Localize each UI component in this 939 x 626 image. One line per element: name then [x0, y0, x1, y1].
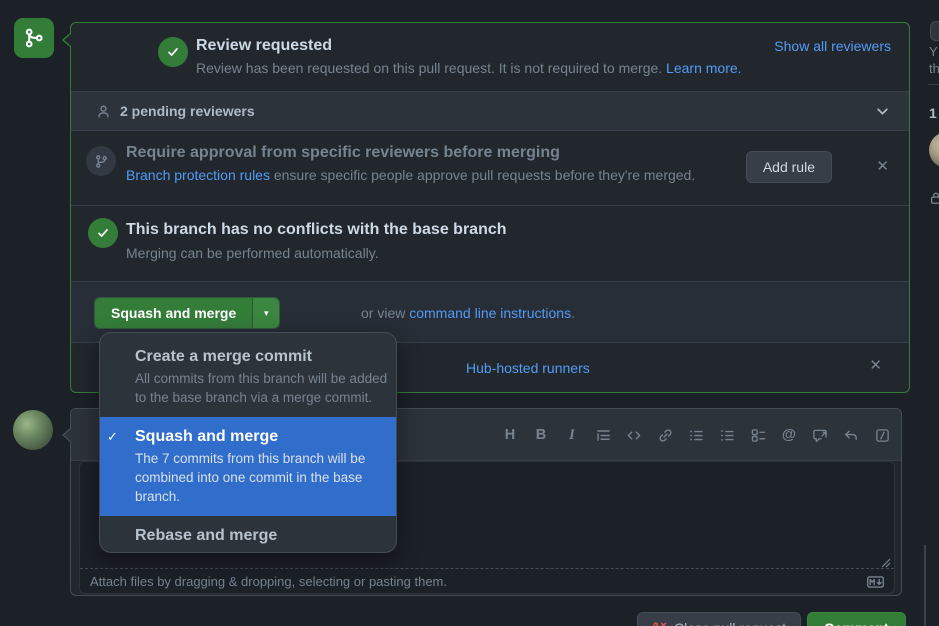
menu-item-squash-and-merge[interactable]: ✓ Squash and merge The 7 commits from th… [100, 417, 396, 516]
attach-files-text: Attach files by dragging & dropping, sel… [90, 574, 447, 589]
menu-item-title: Squash and merge [135, 428, 380, 446]
sidebar-text-fragment: th [929, 61, 939, 76]
reply-icon[interactable] [842, 426, 860, 444]
review-requested-title: Review requested [196, 37, 332, 55]
code-icon[interactable] [625, 426, 643, 444]
git-merge-icon [14, 18, 54, 58]
command-line-hint: or view command line instructions. [361, 305, 575, 321]
branch-protection-row: Require approval from specific reviewers… [71, 131, 909, 205]
cross-reference-icon[interactable] [811, 426, 829, 444]
person-icon [96, 104, 111, 119]
close-pull-request-button[interactable]: Close pull request [637, 612, 801, 626]
add-rule-button[interactable]: Add rule [746, 151, 832, 183]
markdown-icon [867, 576, 884, 588]
pending-reviewers-row[interactable]: 2 pending reviewers [71, 91, 909, 131]
check-circle-icon [88, 218, 118, 248]
dismiss-runners-icon[interactable]: ✕ [869, 358, 882, 373]
task-list-icon[interactable] [749, 426, 767, 444]
command-line-instructions-link[interactable]: command line instructions [409, 305, 571, 321]
show-all-reviewers-link[interactable]: Show all reviewers [774, 38, 891, 54]
merge-method-dropdown: Create a merge commit All commits from t… [99, 332, 397, 553]
merge-options-caret[interactable]: ▾ [252, 298, 279, 328]
branch-protection-title: Require approval from specific reviewers… [126, 144, 560, 162]
pending-reviewers-label: 2 pending reviewers [120, 103, 255, 119]
menu-item-description: The 7 commits from this branch will be r… [135, 548, 391, 553]
chevron-down-icon[interactable] [876, 105, 889, 118]
ordered-list-icon[interactable] [718, 426, 736, 444]
menu-item-title: Create a merge commit [135, 348, 380, 366]
comment-button[interactable]: Comment [807, 612, 906, 626]
unordered-list-icon[interactable] [687, 426, 705, 444]
markdown-toolbar: H B I [501, 409, 891, 461]
pr-closed-icon [652, 621, 667, 626]
no-conflicts-description: Merging can be performed automatically. [126, 245, 379, 261]
quote-icon[interactable] [594, 426, 612, 444]
check-icon: ✓ [107, 429, 118, 445]
hosted-runners-link[interactable]: Hub-hosted runners [466, 360, 590, 376]
user-avatar[interactable] [13, 410, 53, 450]
sidebar-divider [928, 84, 939, 85]
close-pr-label: Close pull request [674, 620, 786, 626]
merge-button-label[interactable]: Squash and merge [95, 298, 252, 328]
mention-icon[interactable]: @ [780, 426, 798, 444]
menu-item-description: The 7 commits from this branch will be c… [135, 449, 391, 506]
content-divider [924, 545, 926, 626]
branch-protection-rules-link[interactable]: Branch protection rules [126, 167, 270, 183]
squash-and-merge-button[interactable]: Squash and merge ▾ [94, 297, 280, 329]
attach-files-bar[interactable]: Attach files by dragging & dropping, sel… [80, 568, 894, 594]
menu-item-rebase-and-merge[interactable]: Rebase and merge The 7 commits from this… [100, 516, 396, 553]
link-icon[interactable] [656, 426, 674, 444]
slash-command-icon[interactable] [873, 426, 891, 444]
sidebar-text-fragment: Y [929, 44, 938, 59]
lock-icon[interactable] [929, 191, 939, 205]
review-requested-row: Review requested Review has been request… [71, 23, 909, 91]
bold-icon[interactable]: B [532, 426, 550, 444]
menu-item-description: All commits from this branch will be add… [135, 369, 391, 407]
check-circle-icon [158, 37, 188, 67]
menu-item-title: Rebase and merge [135, 527, 380, 545]
heading-icon[interactable]: H [501, 426, 519, 444]
menu-item-create-merge-commit[interactable]: Create a merge commit All commits from t… [100, 337, 396, 417]
no-conflicts-row: This branch has no conflicts with the ba… [71, 205, 909, 281]
resize-handle[interactable] [881, 558, 891, 568]
review-requested-description: Review has been requested on this pull r… [196, 60, 742, 76]
dismiss-protection-icon[interactable]: ✕ [876, 159, 889, 174]
italic-icon[interactable]: I [563, 426, 581, 444]
pull-request-page: Review requested Review has been request… [0, 0, 939, 626]
sidebar-button-fragment[interactable] [930, 21, 939, 41]
learn-more-link[interactable]: Learn more. [666, 60, 741, 76]
participants-count: 1 [929, 105, 937, 121]
no-conflicts-title: This branch has no conflicts with the ba… [126, 221, 507, 239]
git-branch-icon [86, 146, 116, 176]
participant-avatar[interactable] [929, 132, 939, 168]
comment-button-label: Comment [824, 620, 889, 626]
branch-protection-description: Branch protection rules ensure specific … [126, 167, 695, 183]
